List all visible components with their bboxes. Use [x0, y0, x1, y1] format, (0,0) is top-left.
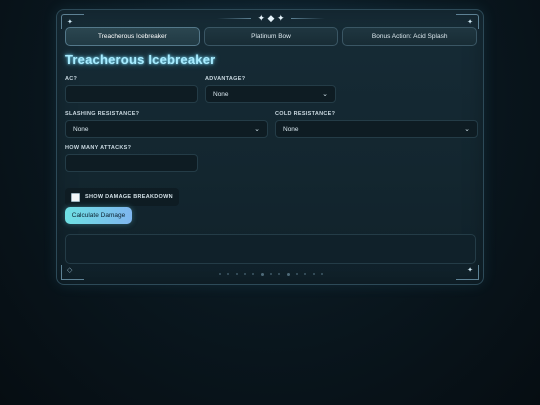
ac-input[interactable] [65, 85, 198, 103]
tab-platinum-bow[interactable]: Platinum Bow [203, 27, 339, 46]
ac-label: AC? [65, 76, 78, 82]
sparkle-icon: ✦ [467, 19, 473, 26]
advantage-label: ADVANTAGE? [205, 76, 246, 82]
tab-treacherous-icebreaker[interactable]: Treacherous Icebreaker [65, 27, 200, 46]
dot [286, 272, 290, 276]
attacks-label: HOW MANY ATTACKS? [65, 145, 132, 151]
slashing-resistance-select[interactable]: None ⌄ [65, 120, 268, 138]
attacks-input[interactable] [65, 154, 198, 172]
tab-bonus-action-acid-splash[interactable]: Bonus Action: Acid Splash [342, 27, 478, 46]
dot [312, 273, 315, 275]
calculate-damage-button[interactable]: Calculate Damage [65, 207, 132, 224]
damage-breakdown-toggle[interactable]: SHOW DAMAGE BREAKDOWN [65, 188, 179, 206]
ornament-star-icons: ✦ ◆ ✦ [257, 12, 285, 23]
calculator-panel: ✦ ✦ ◇ ✦ ✦ ◆ ✦ Treacherous Icebreaker Pla… [56, 9, 484, 285]
dot [227, 273, 230, 275]
dot [269, 273, 272, 275]
corner-frame-bottom-left [61, 265, 84, 280]
dot [252, 273, 255, 275]
top-ornament: ✦ ◆ ✦ [207, 12, 335, 24]
cold-resistance-select[interactable]: None ⌄ [275, 120, 478, 138]
damage-breakdown-label: SHOW DAMAGE BREAKDOWN [85, 194, 173, 200]
page-title: Treacherous Icebreaker [65, 52, 216, 67]
cold-resistance-value: None [283, 125, 299, 133]
chevron-down-icon: ⌄ [464, 126, 470, 133]
dot [235, 273, 238, 275]
damage-output-box [65, 234, 476, 264]
dot [278, 273, 281, 275]
dot [260, 272, 264, 276]
cold-resistance-label: COLD RESISTANCE? [275, 111, 336, 117]
decorative-dots [219, 272, 323, 276]
slashing-resistance-value: None [73, 125, 89, 133]
chevron-down-icon: ⌄ [322, 91, 328, 98]
advantage-value: None [213, 90, 229, 98]
sparkle-icon: ✦ [67, 19, 73, 26]
diamond-outline-icon: ◇ [67, 267, 73, 274]
dot [243, 273, 246, 275]
slashing-resistance-label: SLASHING RESISTANCE? [65, 111, 140, 117]
tab-bar: Treacherous Icebreaker Platinum Bow Bonu… [65, 27, 478, 46]
ornament-line-right [290, 17, 325, 19]
dot [304, 273, 307, 275]
advantage-select[interactable]: None ⌄ [205, 85, 336, 103]
ornament-line-left [217, 17, 252, 19]
dot [295, 273, 298, 275]
dot [320, 273, 323, 275]
damage-breakdown-checkbox[interactable] [71, 192, 80, 202]
chevron-down-icon: ⌄ [254, 126, 260, 133]
sparkle-icon: ✦ [467, 267, 473, 274]
dot [219, 273, 221, 275]
